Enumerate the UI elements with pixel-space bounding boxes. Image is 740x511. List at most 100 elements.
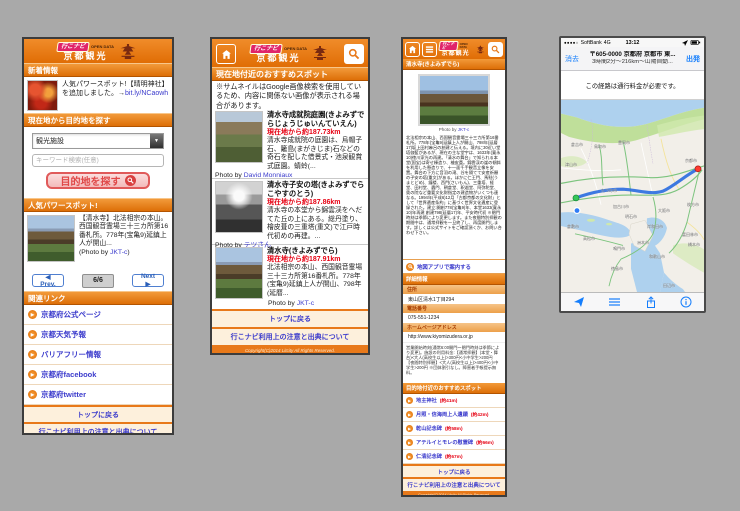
nearby-spot-kenzan[interactable]: ▶ 乾山記念碑 (約58m): [403, 422, 505, 436]
prev-button[interactable]: ◀ Prev.: [32, 274, 64, 288]
map-label: 倉吉市: [571, 142, 583, 147]
search-button[interactable]: [344, 44, 364, 64]
section-power-header: 人気パワースポット!: [24, 198, 172, 212]
category-select[interactable]: 観光施設 ▼: [32, 133, 164, 149]
copyright-bar: Copyright(C)2014 Litcity All Rights Rese…: [212, 345, 368, 353]
keyword-input[interactable]: [32, 154, 164, 167]
depart-button[interactable]: 出発: [686, 54, 700, 64]
current-location-dot: [573, 207, 581, 215]
navigation-arrow-icon[interactable]: [573, 296, 585, 308]
arrow-circle-icon: ▶: [406, 439, 413, 446]
map-view[interactable]: 倉吉市 鳥取市 豊岡市 津山市 京都市 枚方市 たつの市 加古川市 明石市 大阪…: [561, 100, 704, 292]
back-to-top-link[interactable]: トップに戻る: [24, 405, 172, 422]
info-icon[interactable]: [680, 296, 692, 308]
power-spot-thumbnail: [27, 215, 75, 262]
spot-description: 清水寺成就院の庭園は、烏帽子石、籬島(まがきじま)石などの奇石を配した借景式・池…: [267, 137, 363, 170]
home-button[interactable]: [216, 44, 236, 64]
maps-toolbar: [561, 292, 704, 311]
photo-caption: Photo by JKT-c: [403, 127, 505, 132]
list-button[interactable]: [422, 41, 437, 57]
pagination: ◀ Prev. 6/6 Next ▶: [24, 270, 172, 291]
search-icon: [491, 45, 500, 53]
arrow-circle-icon: ▶: [406, 425, 413, 432]
spot-item-joujuin[interactable]: 清水寺成就院庭園(きよみずでらじょうじゅいんていえん) 現在地から約187.73…: [212, 109, 368, 179]
photo-credit-link[interactable]: JKT-c: [297, 300, 314, 307]
screen-home: 行こナビ OPEN DATA 京都観光 新着情報 人気パワースポット!【晴明神社…: [22, 37, 174, 435]
arrow-circle-icon: ▶: [28, 390, 37, 399]
search-icon: [124, 175, 136, 186]
link-kyoto-official[interactable]: ▶ 京都府公式ページ: [24, 305, 172, 325]
map-label: 橋本市: [688, 242, 700, 247]
detail-value-address: 東山区清水1丁目294: [408, 296, 455, 303]
usage-notes-link[interactable]: 行こナビ利用上の注意と出典について: [24, 422, 172, 433]
spot-item-koyasunotou[interactable]: 清水寺子安の塔(きよみずでらこやすのとう) 現在地から約187.86km 清水寺…: [212, 179, 368, 249]
photo-credit-link[interactable]: JKT-c: [110, 249, 127, 256]
usage-notes-link[interactable]: 行こナビ利用上の注意と出典について: [212, 327, 368, 345]
nearby-name: 仁清記念碑: [416, 454, 442, 460]
photo-credit-link[interactable]: JKT-c: [458, 127, 470, 132]
destination-address: 〒605-0000 京都府 京都市 東...: [589, 50, 676, 58]
share-icon[interactable]: [645, 295, 657, 309]
nearby-name: 乾山記念碑: [416, 426, 442, 432]
back-to-top-link[interactable]: トップに戻る: [403, 464, 505, 477]
map-label: 和歌山市: [649, 254, 665, 259]
app-header: 行こナビ OPEN DATA 京都観光: [403, 39, 505, 59]
detail-value-website[interactable]: http://www.kiyomizudera.or.jp: [403, 332, 505, 342]
spot-title: 清水寺子安の塔(きよみずでらこやすのとう): [267, 180, 365, 198]
route-summary: 〒605-0000 京都府 京都市 東... 3時間2分〜216km〜山陽自動.…: [579, 51, 686, 67]
news-thumbnail: [27, 80, 58, 111]
nearby-distance: (約66m): [476, 441, 494, 446]
spot-item-kiyomizudera[interactable]: 清水寺(きよみずでら) 現在地から約187.91km 北法相宗の本山、西国観音霊…: [212, 245, 368, 309]
chevron-down-icon[interactable]: ▼: [150, 134, 163, 148]
logo-text: 行こナビ OPEN DATA 京都観光: [56, 41, 114, 61]
find-destination-button[interactable]: 目的地を探す: [46, 172, 150, 189]
list-icon: [425, 45, 434, 53]
app-logo: 行こナビ OPEN DATA 京都観光: [56, 41, 139, 61]
spot-title: 清水寺(きよみずでら): [267, 246, 338, 255]
link-kyoto-twitter[interactable]: ▶ 京都府twitter: [24, 385, 172, 405]
back-to-top-link[interactable]: トップに戻る: [212, 309, 368, 327]
usage-notes-link[interactable]: 行こナビ利用上の注意と出典について: [403, 477, 505, 491]
link-label: 京都天気予報: [41, 330, 86, 339]
photo-credit-suffix: ): [127, 248, 130, 256]
search-icon: [406, 262, 414, 271]
app-logo: 行こナビ OPEN DATA 京都観光: [438, 41, 486, 57]
toll-banner: この経路は通行料金が必要です。: [561, 71, 704, 100]
home-button[interactable]: [405, 41, 420, 57]
hours-and-fees-note: 営業開始時刻(通常6:00開門〜閉門時刻は季節により変更)。施設の利用料金:【通…: [403, 342, 505, 383]
link-kyoto-facebook[interactable]: ▶ 京都府facebook: [24, 365, 172, 385]
route-header: 消去 〒605-0000 京都府 京都市 東... 3時間2分〜216km〜山陽…: [561, 47, 704, 71]
screen-iphone-maps: ●●●●○ SoftBank 4G 13:12 消去 〒605-0000 京都府…: [559, 36, 706, 313]
nearby-spot-gessho[interactable]: ▶ 月照・信海両上人遺蹟 (約42m): [403, 408, 505, 422]
detail-value-phone[interactable]: 075-551-1234: [403, 313, 505, 323]
spot-title: 清水寺成就院庭園(きよみずでらじょうじゅいんていえん): [267, 110, 365, 128]
news-item[interactable]: 人気パワースポット!【晴明神社】を追加しました。→bit.ly/NCaowh: [24, 77, 172, 113]
search-button[interactable]: [488, 41, 503, 57]
nearby-spot-jishu[interactable]: ▶ 地主神社 (約41m): [403, 394, 505, 408]
next-button[interactable]: Next ▶: [132, 273, 164, 288]
page-indicator: 6/6: [82, 273, 114, 288]
copyright-bar: Copyright(C)2014 Litcity All Rights Rese…: [403, 491, 505, 495]
power-spot-desc: 【清水寺】北法相宗の本山。西国観音霊場三十三カ所第16番札所。778年(宝亀9)…: [79, 215, 169, 248]
list-icon[interactable]: [608, 296, 621, 308]
spot-photo: [418, 74, 490, 126]
search-icon: [348, 48, 360, 60]
nearby-spot-aterui[interactable]: ▶ アテルイとモレの慰霊碑 (約66m): [403, 436, 505, 450]
power-spot-text: 【清水寺】北法相宗の本山。西国観音霊場三十三カ所第16番札所。778年(宝亀9)…: [79, 215, 169, 267]
link-kyoto-weather[interactable]: ▶ 京都天気予報: [24, 325, 172, 345]
clear-button[interactable]: 消去: [565, 54, 579, 64]
section-links-header: 関連リンク: [24, 291, 172, 305]
screen-spot-detail: 行こナビ OPEN DATA 京都観光 清水寺(きよみずでら) Photo by…: [401, 37, 507, 497]
arrow-circle-icon: ▶: [406, 453, 413, 460]
nearby-spots-header: 目的地付近のおすすめスポット: [403, 383, 505, 394]
logo-badge: 行こナビ: [56, 41, 90, 52]
map-label: 京都市: [685, 158, 697, 163]
logo-badge: 行こナビ: [249, 43, 283, 54]
news-link[interactable]: bit.ly/NCaowh: [125, 90, 168, 97]
map-label: 岸和田市: [647, 224, 663, 229]
open-map-app-link[interactable]: 地図アプリで案内する: [403, 259, 505, 274]
link-barrier-free[interactable]: ▶ バリアフリー情報: [24, 345, 172, 365]
search-form: 観光施設 ▼ 目的地を探す: [24, 127, 172, 198]
power-spot-item[interactable]: 【清水寺】北法相宗の本山。西国観音霊場三十三カ所第16番札所。778年(宝亀9)…: [24, 212, 172, 270]
nearby-spot-ninsei[interactable]: ▶ 仁清記念碑 (約67m): [403, 450, 505, 464]
